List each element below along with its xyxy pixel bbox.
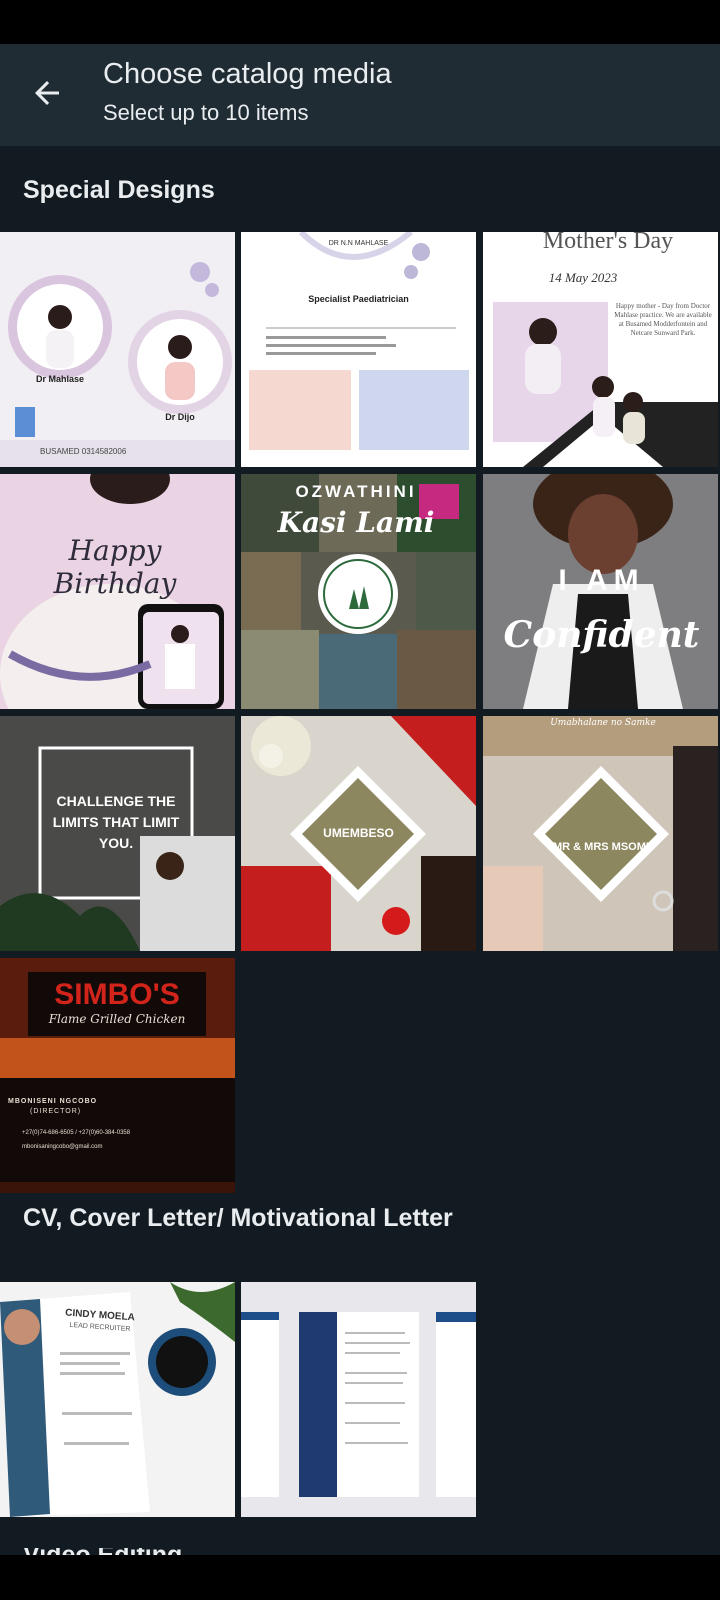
birthday-text: Happy Birthday	[53, 534, 177, 600]
director-phone: +27(0)74-686-6505 / +27(0)60-384-0358	[22, 1130, 131, 1136]
doctor-name-2: Dr Dijo	[165, 412, 195, 422]
section-title-cv: CV, Cover Letter/ Motivational Letter	[23, 1204, 453, 1232]
mothers-day-footer: FOR	[515, 454, 531, 461]
challenge-text: CHALLENGE THE LIMITS THAT LIMIT YOU.	[52, 793, 180, 851]
cv-templates-image	[241, 1282, 476, 1517]
navigation-bar	[0, 1555, 720, 1600]
mothers-day-image	[483, 232, 718, 467]
media-tile-challenge[interactable]: CHALLENGE THE LIMITS THAT LIMIT YOU.	[0, 716, 235, 951]
media-tile-birthday[interactable]: Happy Birthday	[0, 474, 235, 709]
simbos-logo-text: SIMBO'S	[54, 978, 180, 1011]
busamed-footer: BUSAMED 0314582006	[40, 447, 127, 456]
mothers-day-body: Happy mother - Day from Doctor Mahlase p…	[614, 302, 712, 337]
specialist-title: Specialist Paediatrician	[308, 294, 409, 304]
page-subtitle: Select up to 10 items	[103, 100, 309, 125]
doctor-heading: DR N.N MAHLASE	[328, 240, 389, 247]
media-tile-confident[interactable]: I AM Confident	[483, 474, 718, 709]
mothers-day-date: 14 May 2023	[548, 270, 618, 285]
mr-mrs-msomi-text: MR & MRS MSOMI	[553, 841, 649, 853]
director-role: (DIRECTOR)	[30, 1108, 82, 1115]
page-title: Choose catalog media	[103, 58, 392, 90]
media-tile-simbos[interactable]: SIMBO'S Flame Grilled Chicken MBONISENI …	[0, 958, 235, 1193]
arrow-left-icon	[35, 81, 59, 105]
section-title-video-editing: Video Editing	[23, 1548, 182, 1555]
app-bar: Choose catalog media Select up to 10 ite…	[0, 44, 720, 146]
director-email: mbonisaningcobo@gmail.com	[22, 1144, 103, 1150]
doctor-name-1: Dr Mahlase	[35, 374, 85, 384]
kasi-lami-title: Kasi Lami	[277, 506, 435, 539]
doctors-flyer-image	[0, 232, 235, 467]
media-tile-cv-cindy[interactable]: CINDY MOELA LEAD RECRUITER	[0, 1282, 235, 1517]
msomi-script-text: Umabhalane no Samke	[550, 718, 656, 728]
media-tile-doctors[interactable]: Dr Mahlase Dr Dijo BUSAMED 0314582006	[0, 232, 235, 467]
media-tile-cv-templates[interactable]	[241, 1282, 476, 1517]
director-name: MBONISENI NGCOBO	[8, 1098, 98, 1105]
paediatrician-card-image	[241, 232, 476, 467]
media-tile-umembeso[interactable]: UMEMBESO	[241, 716, 476, 951]
confident-text: Confident	[503, 614, 700, 656]
media-tile-mothers-day[interactable]: Mother's Day 14 May 2023 Happy mother - …	[483, 232, 718, 467]
media-tile-paediatrician[interactable]: DR N.N MAHLASE Specialist Paediatrician	[241, 232, 476, 467]
media-tile-ozwathini[interactable]: OZWATHINI Kasi Lami	[241, 474, 476, 709]
ozwathini-title: OZWATHINI	[295, 482, 417, 501]
simbos-tagline: Flame Grilled Chicken	[48, 1012, 186, 1026]
msomi-wedding-image	[483, 716, 718, 951]
mothers-day-title: Mother's Day	[542, 232, 674, 254]
i-am-text: I AM	[558, 564, 645, 597]
back-button[interactable]	[22, 68, 72, 118]
umembeso-text: UMEMBESO	[323, 826, 394, 840]
section-title-special-designs: Special Designs	[23, 176, 215, 204]
media-tile-msomi[interactable]: Umabhalane no Samke MR & MRS MSOMI	[483, 716, 718, 951]
status-bar	[0, 0, 720, 44]
